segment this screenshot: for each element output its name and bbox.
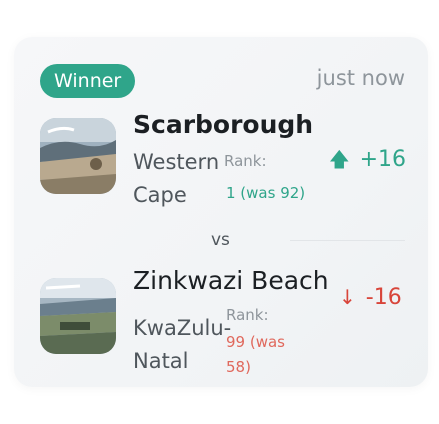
timestamp: just now [316, 66, 405, 90]
loser-thumbnail[interactable] [40, 278, 116, 354]
winner-rank-label: Rank: [224, 152, 267, 170]
divider [290, 240, 405, 241]
winner-rank-value: 1 (was 92) [226, 184, 306, 202]
beach-photo-icon [40, 278, 116, 354]
vs-separator: vs [211, 230, 230, 250]
loser-delta: ↓ -16 [339, 285, 402, 310]
winner-badge: Winner [40, 64, 136, 98]
loser-name: Zinkwazi Beach [133, 266, 329, 295]
loser-rank-label: Rank: [226, 306, 269, 324]
loser-rank-value: 99 (was 58) [226, 333, 285, 376]
loser-delta-value: -16 [365, 285, 402, 310]
loser-region: KwaZulu-Natal [133, 316, 232, 373]
winner-delta-value: +16 [359, 147, 406, 172]
arrow-up-icon: 🡅 [329, 147, 350, 171]
winner-region: Western Cape [133, 150, 220, 207]
winner-name: Scarborough [133, 110, 314, 139]
arrow-down-icon: ↓ [339, 285, 356, 309]
beach-photo-icon [40, 118, 116, 194]
winner-delta: 🡅 +16 [329, 145, 406, 179]
winner-thumbnail[interactable] [40, 118, 116, 194]
